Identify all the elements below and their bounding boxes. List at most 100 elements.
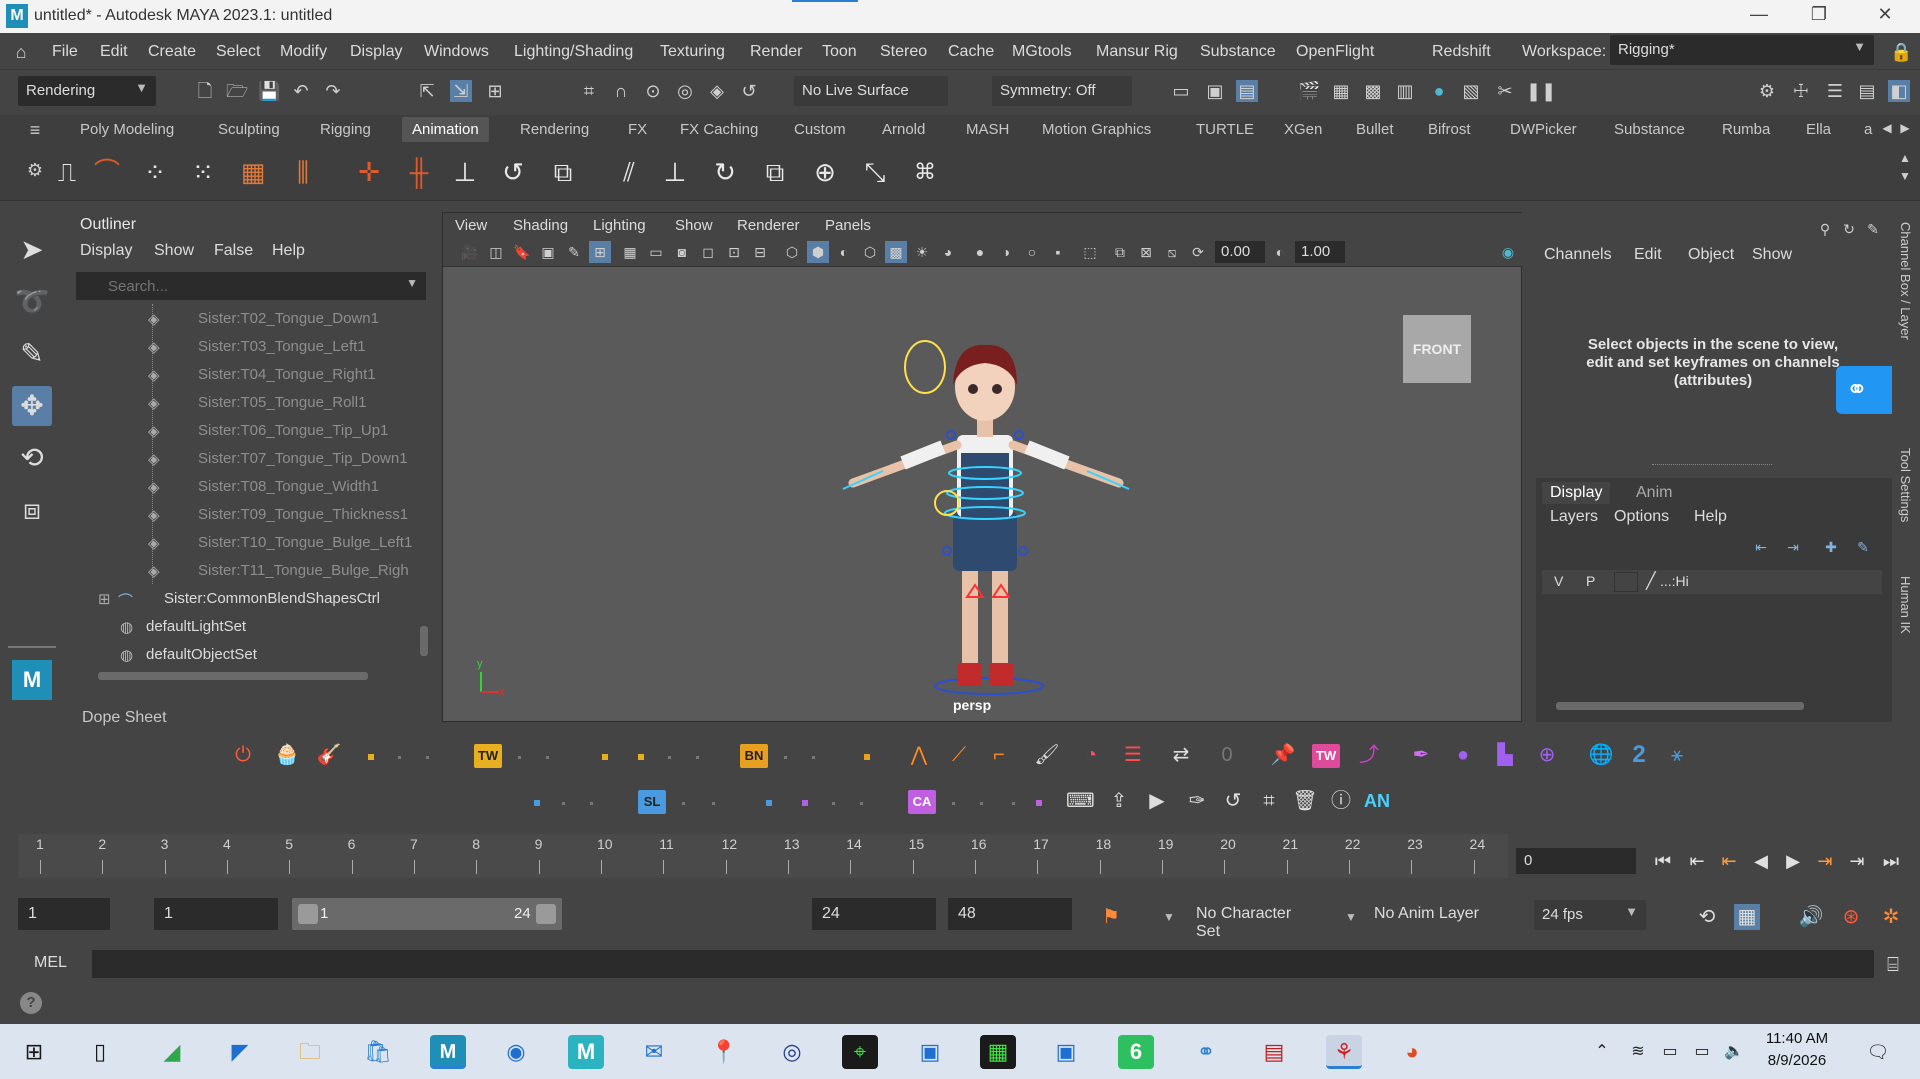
menuset-dropdown[interactable]: Rendering ▼ [18, 76, 156, 106]
depth-of-field-icon[interactable]: ▪ [1047, 241, 1069, 263]
gamma-field[interactable]: 1.00 [1295, 241, 1345, 263]
vscroll-thumb[interactable] [420, 626, 428, 656]
tab-custom[interactable]: Custom [794, 121, 846, 138]
cache-playback-icon[interactable]: ▦ [1734, 904, 1760, 930]
outliner-vscrollbar[interactable] [418, 304, 428, 676]
grid-toggle-icon[interactable]: ⊞ [589, 241, 611, 263]
hscroll-thumb[interactable] [98, 672, 368, 680]
network-icon[interactable]: ≋ [1620, 1035, 1656, 1069]
outliner-search-input[interactable] [108, 276, 388, 296]
gamma-icon[interactable]: ◐ [1269, 241, 1291, 263]
menu-display[interactable]: Display [350, 43, 402, 61]
tab-more[interactable]: a [1864, 121, 1872, 138]
default-material-icon[interactable]: ◐ [833, 241, 855, 263]
ipr-icon[interactable]: ▩ [1362, 80, 1384, 102]
task-view-icon[interactable]: ▯ [82, 1035, 118, 1069]
layer-menu-layers[interactable]: Layers [1550, 508, 1598, 526]
menu-mgtools[interactable]: MGtools [1012, 43, 1072, 61]
select-object-icon[interactable]: ⇲ [450, 80, 472, 102]
power-icon[interactable]: ⏻ [230, 742, 256, 768]
playback-end-field[interactable]: 24 [812, 898, 936, 930]
path-icon[interactable]: ⤴ [1356, 742, 1382, 768]
snap-curve-icon[interactable]: ∩ [610, 80, 632, 102]
cloud-app-icon[interactable]: ⚭ [1188, 1035, 1224, 1069]
shelf-scroll-down-icon[interactable]: ▼ [1894, 165, 1916, 187]
wireframe-on-shaded-icon[interactable]: ⬡ [859, 241, 881, 263]
zero-badge[interactable]: 0 [1214, 742, 1240, 768]
modeling-toolkit-icon[interactable]: ⚙ [1756, 80, 1778, 102]
menu-windows[interactable]: Windows [424, 43, 489, 61]
layer-hscrollbar[interactable] [1542, 700, 1882, 712]
scale-constraint-icon[interactable]: ⧉ [758, 155, 792, 189]
layer-menu-options[interactable]: Options [1614, 508, 1669, 526]
trash-icon[interactable]: 🗑 [1292, 788, 1318, 814]
render-settings-icon[interactable]: ▤ [1236, 80, 1258, 102]
viewport-menu-lighting[interactable]: Lighting [593, 217, 646, 234]
breakdown-badge[interactable]: BN [740, 744, 768, 768]
display-icon[interactable]: ▭ [1652, 1035, 1688, 1069]
lasso-tool-icon[interactable]: ➰ [12, 282, 52, 322]
sphere-icon[interactable]: ● [1450, 742, 1476, 768]
tab-animation[interactable]: Animation [402, 117, 489, 142]
menu-stereo[interactable]: Stereo [880, 43, 927, 61]
range-end-handle[interactable] [536, 904, 556, 924]
render-scissors-icon[interactable]: ✂ [1494, 80, 1516, 102]
character-set-dropdown[interactable]: No Character Set [1186, 898, 1326, 940]
chevron-down-icon[interactable]: ▼ [1338, 904, 1364, 930]
layer-color-swatch[interactable]: ╱ [1646, 571, 1656, 591]
python-script-icon[interactable]: ⌘ [908, 155, 942, 189]
viewport-menu-show[interactable]: Show [675, 217, 713, 234]
archive-app-icon[interactable]: ▤ [1256, 1035, 1292, 1069]
edge-icon[interactable]: ◉ [498, 1035, 534, 1069]
point-constraint-icon[interactable]: ↺ [496, 155, 530, 189]
set-breakdown-icon[interactable]: ⁘ [138, 155, 172, 189]
channel-box-sync-icon[interactable]: ↻ [1838, 218, 1860, 240]
outliner-menu-display[interactable]: Display [80, 242, 132, 260]
layers-stack-icon[interactable]: ☰ [1120, 742, 1146, 768]
viewport-menu-panels[interactable]: Panels [825, 217, 871, 234]
orient-constraint-icon[interactable]: ⧉ [546, 155, 580, 189]
tool-settings-tab[interactable]: Tool Settings [1898, 448, 1913, 522]
dope-sheet-tab[interactable]: Dope Sheet [68, 706, 368, 730]
export-icon[interactable]: ⇪ [1106, 788, 1132, 814]
layer-name[interactable]: ...:Hi [1660, 573, 1689, 589]
time-slider[interactable]: 1 2 3 4 5 6 7 8 9 10 11 12 13 14 15 16 17 18 19 20 21 22 23 24 [18, 834, 1508, 878]
maximize-button[interactable]: ❐ [1796, 4, 1842, 28]
layer-playback-toggle[interactable]: P [1586, 573, 1595, 589]
script-language-button[interactable]: MEL [34, 954, 67, 972]
video-icon[interactable]: ▶ [1144, 788, 1170, 814]
render-queue-icon[interactable]: ▧ [1460, 80, 1482, 102]
snap-view-icon[interactable]: ◎ [674, 80, 696, 102]
select-tool-icon[interactable]: ➤ [12, 230, 52, 270]
workspace-dropdown[interactable]: Rigging* ▼ [1610, 35, 1874, 65]
window-app-2-icon[interactable]: ▣ [1048, 1035, 1084, 1069]
maps-icon[interactable]: 📍 [706, 1035, 742, 1069]
resolution-gate-icon[interactable]: ▭ [645, 241, 667, 263]
field-chart-icon[interactable]: ◻ [697, 241, 719, 263]
pen-icon[interactable]: ✒ [1408, 742, 1434, 768]
world-icon[interactable]: 🌐 [1588, 742, 1614, 768]
arnold-render-icon[interactable]: ● [1428, 80, 1450, 102]
menu-select[interactable]: Select [216, 43, 260, 61]
hypershade-icon[interactable]: ▥ [1394, 80, 1416, 102]
help-icon[interactable]: ? [20, 992, 42, 1014]
tween-machine-badge[interactable]: TW [474, 744, 502, 768]
tab-substance[interactable]: Substance [1614, 121, 1685, 138]
notifications-icon[interactable]: 🗨 [1860, 1035, 1896, 1069]
live-surface-field[interactable]: No Live Surface [794, 76, 948, 106]
dope-sheet-icon[interactable]: ⫼ [286, 155, 320, 189]
script-editor-icon[interactable]: ⌸ [1880, 952, 1906, 978]
cupcake-icon[interactable]: 🧁 [274, 742, 300, 768]
exposure-field[interactable]: 0.00 [1215, 241, 1265, 263]
photos-app-icon[interactable]: ◢ [154, 1035, 190, 1069]
graph-editor-icon[interactable]: ⌒ [90, 155, 124, 189]
loop-icon[interactable]: ⟲ [1694, 904, 1720, 930]
menu-modify[interactable]: Modify [280, 43, 327, 61]
editor-app-icon[interactable]: ◤ [222, 1035, 258, 1069]
normal-constraint-icon[interactable]: ⤡ [858, 155, 892, 189]
anim-preferences-icon[interactable]: ✲ [1878, 904, 1904, 930]
parent-constraint-icon[interactable]: ⊥ [448, 155, 482, 189]
rotate-tool-icon[interactable]: ⟲ [12, 438, 52, 478]
figure-icon[interactable]: ⚹ [1664, 742, 1690, 768]
selection-set-badge[interactable]: SL [638, 790, 666, 814]
